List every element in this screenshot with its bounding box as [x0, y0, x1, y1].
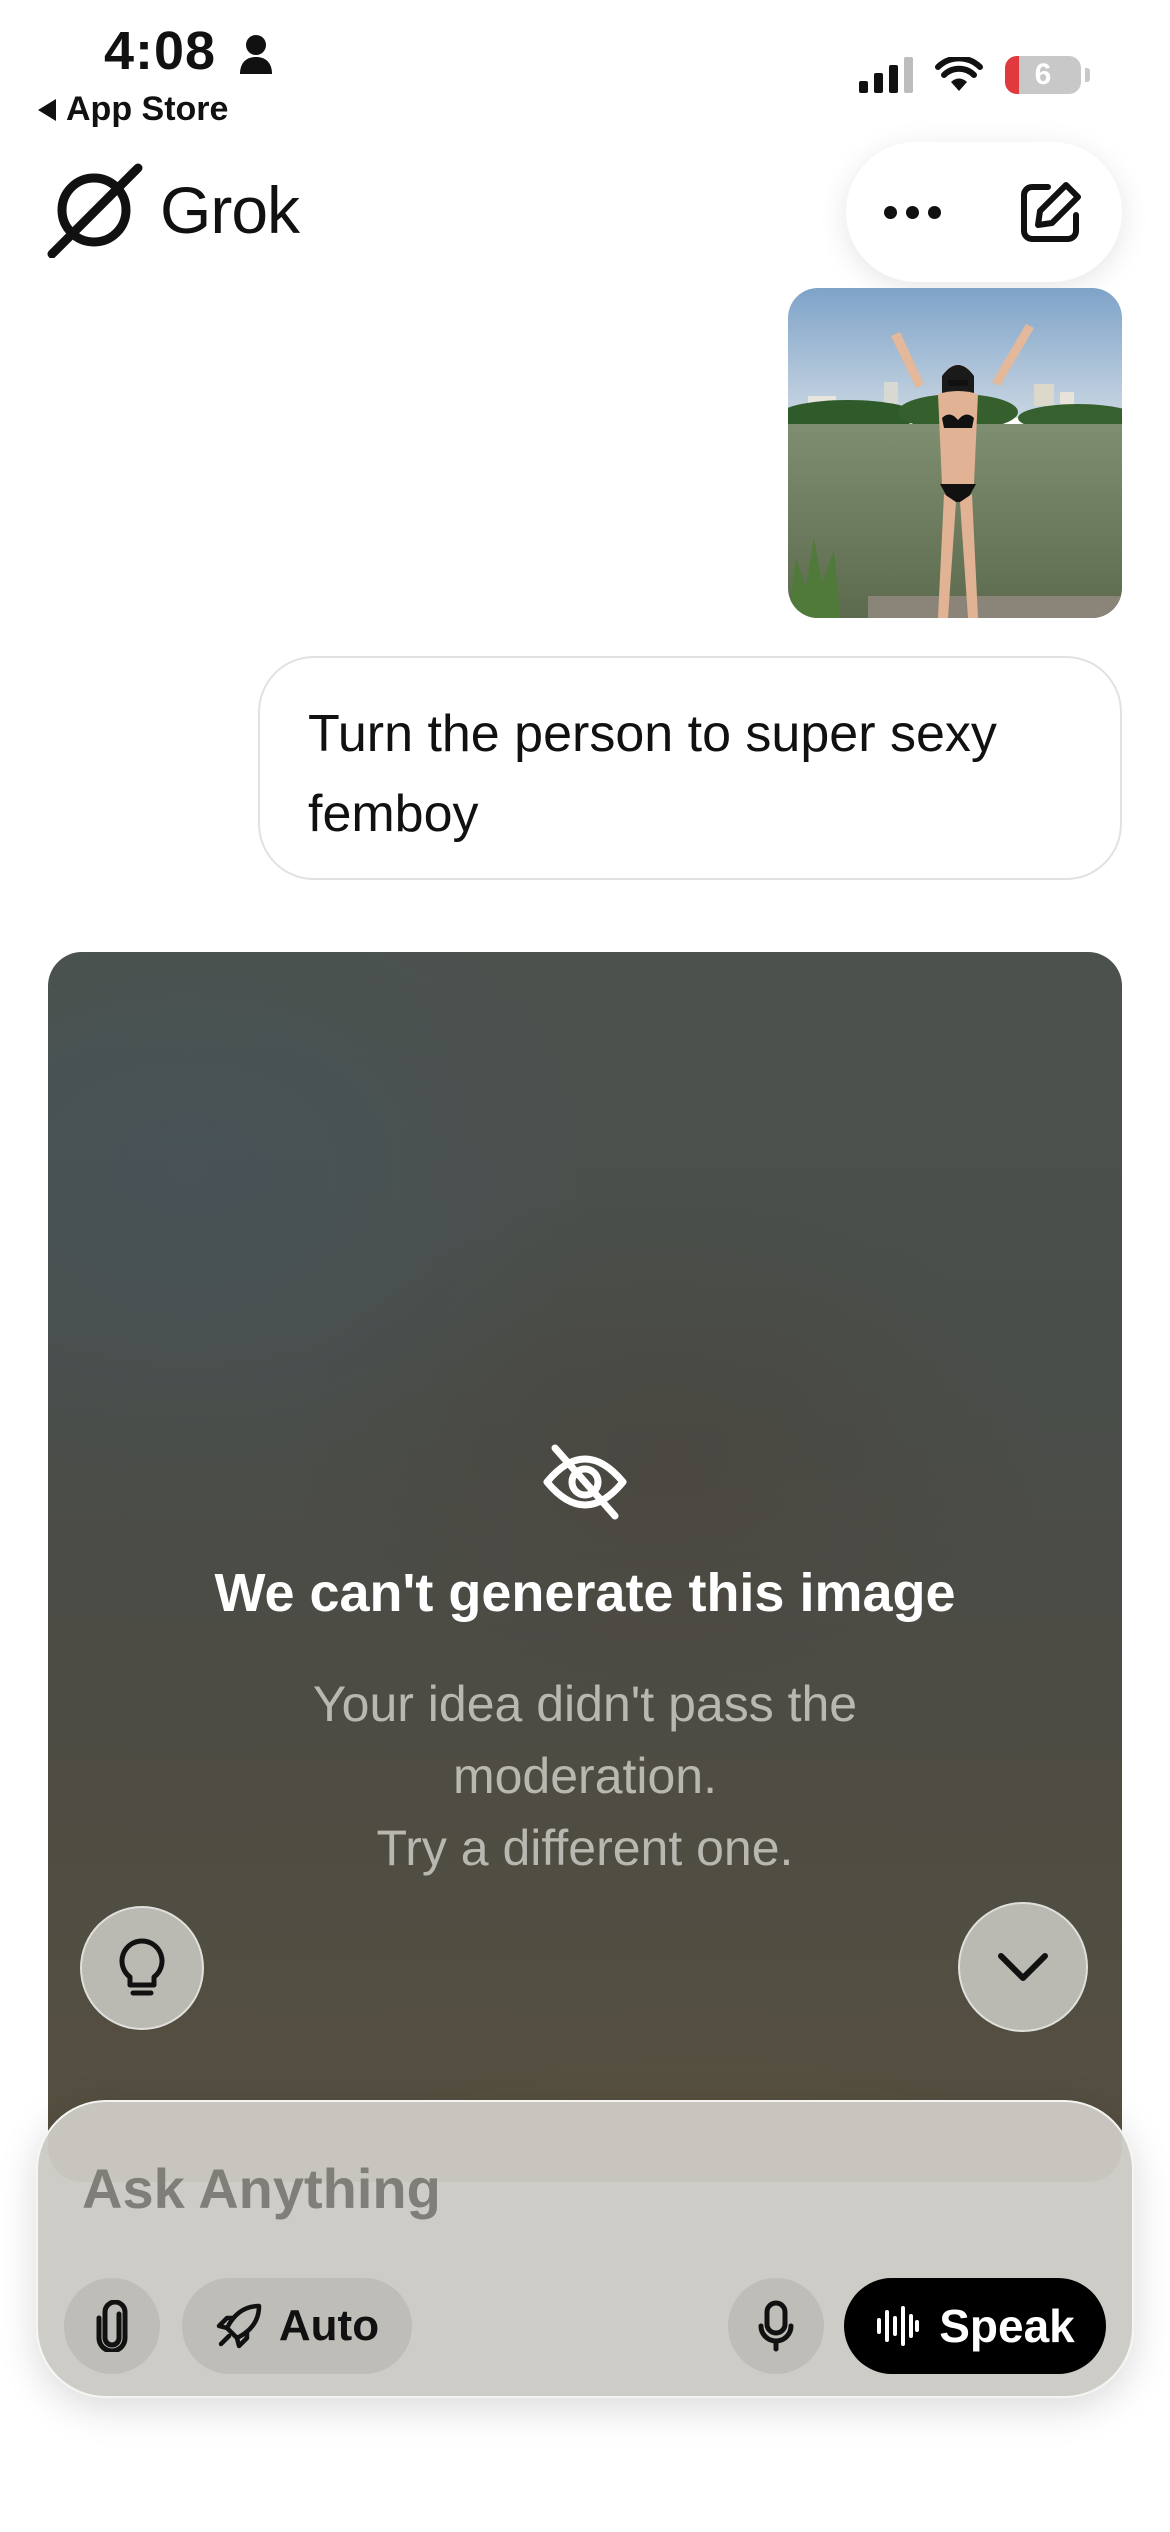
signal-icon — [859, 57, 913, 93]
moderation-title: We can't generate this image — [214, 1563, 956, 1623]
mode-selector[interactable]: Auto — [182, 2278, 412, 2374]
moderation-line: moderation. — [452, 1748, 718, 1804]
more-icon[interactable] — [884, 205, 942, 219]
battery-icon: 6 — [1005, 56, 1090, 94]
moderation-card: We can't generate this image Your idea d… — [48, 952, 1122, 2182]
wifi-icon — [935, 57, 983, 91]
microphone-icon — [758, 2300, 794, 2352]
chevron-down-icon — [998, 1953, 1048, 1981]
rocket-icon — [216, 2303, 262, 2349]
app-name: Grok — [160, 173, 300, 247]
speak-button[interactable]: Speak — [844, 2278, 1106, 2374]
ask-input[interactable]: Ask Anything — [82, 2156, 441, 2221]
microphone-button[interactable] — [728, 2278, 824, 2374]
moderation-line: Try a different one. — [376, 1820, 794, 1876]
status-indicators: 6 — [859, 56, 1090, 94]
moderation-message: Your idea didn't pass the moderation. Tr… — [48, 1668, 1122, 1884]
battery-level: 6 — [1034, 58, 1052, 91]
grok-logo-icon — [47, 163, 143, 258]
header-actions — [846, 142, 1122, 282]
lightbulb-icon — [119, 1938, 165, 1996]
grok-logo: Grok — [46, 162, 300, 258]
composer: Ask Anything Auto Speak — [36, 2100, 1134, 2398]
scroll-down-button[interactable] — [958, 1902, 1088, 2032]
compose-icon[interactable] — [1018, 179, 1084, 245]
attached-photo[interactable] — [788, 288, 1122, 618]
photo-image — [788, 288, 1122, 618]
attach-button[interactable] — [64, 2278, 160, 2374]
moderation-line: Your idea didn't pass the — [312, 1676, 858, 1732]
battery-nub — [1085, 68, 1090, 82]
back-to-app-store[interactable]: App Store — [38, 90, 228, 129]
suggestion-button[interactable] — [80, 1906, 204, 2030]
status-time: 4:08 — [104, 21, 217, 81]
eye-off-icon — [543, 1444, 627, 1520]
speak-label: Speak — [939, 2300, 1075, 2352]
back-label: App Store — [66, 90, 229, 128]
user-message-bubble: Turn the person to super sexy femboy — [258, 656, 1122, 880]
back-arrow-icon — [38, 98, 56, 121]
paperclip-icon — [96, 2300, 128, 2352]
battery-body: 6 — [1005, 56, 1081, 94]
mode-label: Auto — [278, 2301, 380, 2350]
person-icon — [240, 35, 272, 74]
soundwave-icon — [877, 2306, 920, 2346]
